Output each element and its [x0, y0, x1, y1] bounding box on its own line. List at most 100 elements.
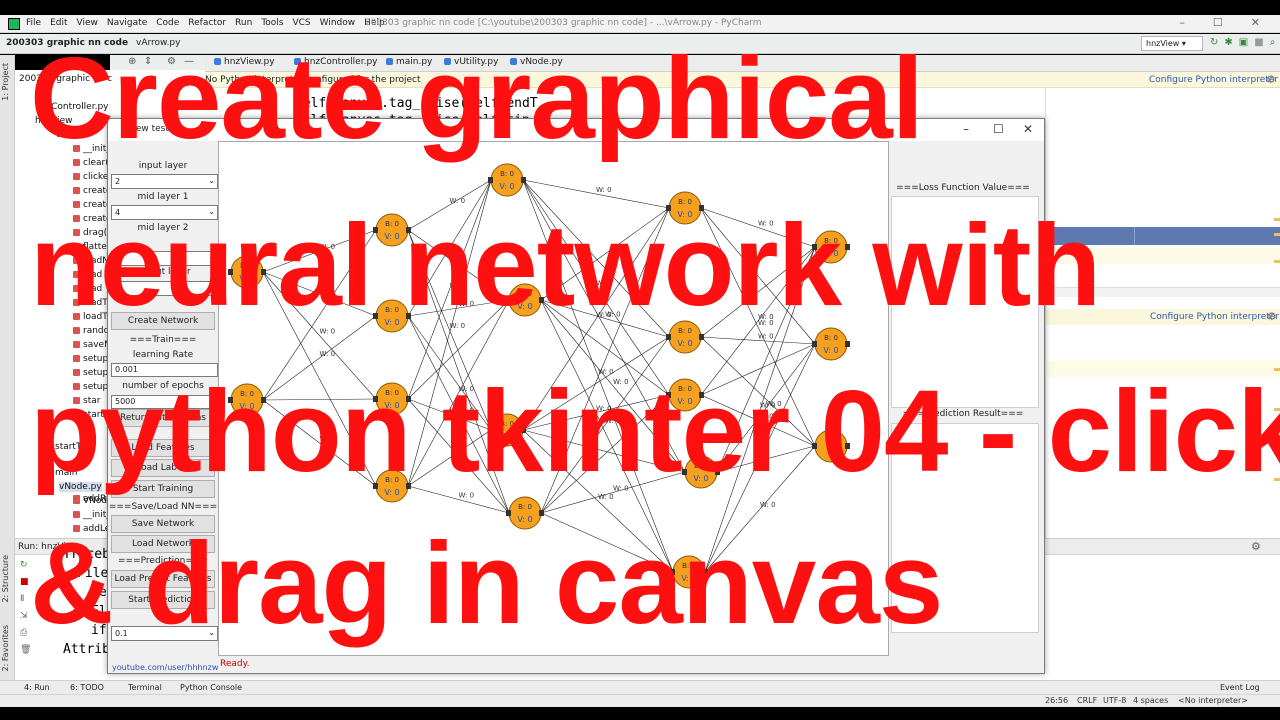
- loss-output[interactable]: [891, 196, 1039, 408]
- breadcrumb-project[interactable]: 200303 graphic nn code: [6, 38, 128, 48]
- input-port-icon[interactable]: [488, 177, 493, 183]
- weight-edge[interactable]: [522, 179, 686, 473]
- tree-item[interactable]: hnzView: [35, 116, 73, 126]
- network-node[interactable]: B: 0 V: 0: [373, 469, 411, 503]
- weight-edge[interactable]: [262, 271, 377, 400]
- network-node[interactable]: B: 0 V: 0: [488, 413, 526, 447]
- load-network-button[interactable]: Load Network: [111, 535, 215, 553]
- weight-edge[interactable]: [522, 394, 670, 431]
- weight-edge[interactable]: [540, 336, 670, 514]
- output-port-icon[interactable]: [406, 313, 411, 319]
- coverage-icon[interactable]: ▣: [1239, 37, 1248, 48]
- network-node[interactable]: B: 0 V: 0: [682, 455, 720, 489]
- epochs-input[interactable]: 5000: [111, 395, 218, 409]
- tab-vutility[interactable]: vUtility.py: [441, 57, 501, 70]
- debug-icon[interactable]: ✱: [1224, 37, 1232, 48]
- weight-edge[interactable]: [407, 429, 492, 487]
- menu-view[interactable]: View: [77, 18, 98, 28]
- output-port-icon[interactable]: [521, 177, 526, 183]
- learning-rate-input[interactable]: 0.001: [111, 363, 218, 377]
- start-training-button[interactable]: Start Training: [111, 480, 215, 498]
- tab-hnzview[interactable]: hnzView.py: [211, 57, 278, 70]
- tk-maximize-icon[interactable]: ☐: [993, 122, 1004, 136]
- gear-icon[interactable]: ⚙: [1266, 73, 1276, 86]
- weight-edge[interactable]: [262, 271, 377, 487]
- node-circle[interactable]: [490, 413, 524, 447]
- input-port-icon[interactable]: [666, 334, 671, 340]
- weight-edge[interactable]: [407, 179, 492, 231]
- file-encoding[interactable]: UTF-8: [1103, 696, 1126, 705]
- menu-vcs[interactable]: VCS: [292, 18, 310, 28]
- project-tool-tab[interactable]: 1: Project: [1, 63, 10, 101]
- gear-icon[interactable]: ⚙: [1267, 310, 1277, 323]
- tab-main[interactable]: main.py: [383, 57, 435, 70]
- weight-edge[interactable]: [540, 299, 686, 473]
- node-circle[interactable]: [230, 383, 264, 417]
- interpreter-status[interactable]: <No interpreter>: [1178, 696, 1248, 705]
- hide-icon[interactable]: —: [184, 56, 194, 67]
- network-node[interactable]: B: 0 V: 0: [373, 299, 411, 333]
- tree-item[interactable]: loadTr: [73, 298, 110, 308]
- input-port-icon[interactable]: [812, 443, 817, 449]
- tab-python-console[interactable]: Python Console: [180, 683, 242, 692]
- tree-item[interactable]: load: [73, 284, 102, 294]
- gear-icon[interactable]: ⚙: [167, 56, 176, 67]
- menu-file[interactable]: File: [26, 18, 41, 28]
- network-node[interactable]: B: 0 V: 0: [666, 320, 704, 354]
- create-network-button[interactable]: Create Network: [111, 312, 215, 330]
- weight-edge[interactable]: [700, 336, 816, 447]
- tree-item[interactable]: star: [73, 396, 100, 406]
- weight-edge[interactable]: [704, 246, 816, 573]
- tree-item[interactable]: main: [55, 468, 78, 478]
- tree-item[interactable]: loadN: [73, 256, 109, 266]
- stripe-mark[interactable]: [1274, 233, 1280, 236]
- stripe-mark[interactable]: [1274, 218, 1280, 221]
- weight-edge[interactable]: [262, 229, 377, 273]
- load-predict-features-button[interactable]: Load Predict Features: [111, 570, 215, 588]
- start-prediction-button[interactable]: Start Prediction: [111, 591, 215, 609]
- menu-run[interactable]: Run: [235, 18, 252, 28]
- network-node[interactable]: B: 0 V: 0: [228, 383, 266, 417]
- menu-refactor[interactable]: Refactor: [188, 18, 226, 28]
- node-circle[interactable]: [508, 496, 542, 530]
- weight-edge[interactable]: [522, 207, 670, 431]
- load-features-button[interactable]: Load Features: [111, 439, 215, 457]
- weight-edge[interactable]: [540, 512, 674, 573]
- structure-tool-tab[interactable]: 2: Structure: [1, 555, 10, 603]
- network-node[interactable]: [812, 429, 850, 463]
- input-port-icon[interactable]: [670, 569, 675, 575]
- return-rate-button[interactable]: Return rate epochs: [111, 409, 215, 427]
- weight-edge[interactable]: [262, 271, 377, 317]
- input-port-icon[interactable]: [373, 396, 378, 402]
- load-labels-button[interactable]: Load Labels: [111, 459, 215, 477]
- save-network-button[interactable]: Save Network: [111, 515, 215, 533]
- output-port-icon[interactable]: [699, 205, 704, 211]
- stripe-mark[interactable]: [1274, 438, 1280, 441]
- prediction-output[interactable]: [891, 423, 1039, 633]
- weight-edge[interactable]: [700, 343, 816, 396]
- stop-icon[interactable]: ■: [20, 577, 29, 587]
- input-port-icon[interactable]: [228, 397, 233, 403]
- output-port-icon[interactable]: [715, 469, 720, 475]
- input-port-icon[interactable]: [373, 227, 378, 233]
- input-port-icon[interactable]: [666, 392, 671, 398]
- weight-edge[interactable]: [700, 394, 816, 447]
- tree-item[interactable]: __init_: [73, 510, 111, 520]
- network-canvas[interactable]: W: 0 W: 0 W: 0 W: 0 W: 0 W: 0 W: 0 W: 0 W: 0 W: 0…: [218, 141, 889, 656]
- configure-interpreter-link[interactable]: Configure Python interpreter: [1149, 75, 1278, 85]
- search-icon[interactable]: ⌕: [1270, 37, 1276, 48]
- stripe-mark[interactable]: [1274, 368, 1280, 371]
- gear-icon[interactable]: ⚙: [1251, 540, 1261, 553]
- weight-edge[interactable]: [262, 399, 377, 487]
- rerun-icon[interactable]: ↻: [1210, 37, 1218, 48]
- network-node[interactable]: B: 0 V: 0: [228, 255, 266, 289]
- network-node[interactable]: B: 0 V: 0: [812, 230, 850, 264]
- node-circle[interactable]: [490, 163, 524, 197]
- output-port-icon[interactable]: [703, 569, 708, 575]
- tab-event-log[interactable]: Event Log: [1220, 683, 1260, 692]
- node-circle[interactable]: [684, 455, 718, 489]
- input-port-icon[interactable]: [682, 469, 687, 475]
- maximize-icon[interactable]: ☐: [1213, 16, 1223, 29]
- network-graph[interactable]: W: 0W: 0W: 0W: 0W: 0W: 0W: 0W: 0W: 0W: 0…: [219, 142, 888, 655]
- tab-run[interactable]: 4: Run: [24, 683, 50, 692]
